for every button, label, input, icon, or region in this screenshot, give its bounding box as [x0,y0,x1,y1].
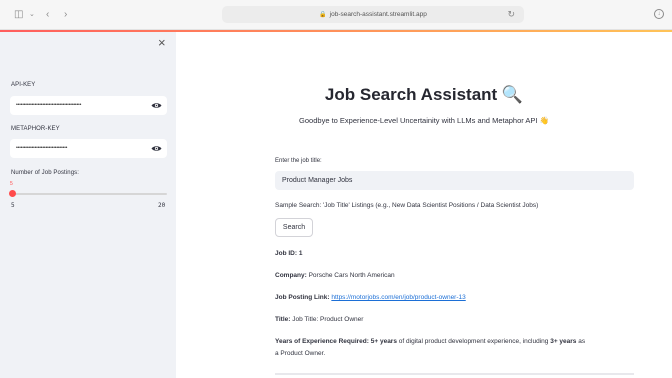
job-id-value: 1 [298,250,303,257]
close-sidebar-icon[interactable]: × [158,36,166,50]
reload-icon[interactable]: ↻ [507,9,515,20]
lock-icon: 🔒 [319,12,327,18]
sidebar-toggle-icon[interactable]: ◫ [14,9,23,21]
slider-max: 20 [158,202,166,209]
job-id-line: Job ID: 1 [275,250,302,257]
slider-current-value: 5 [10,181,13,187]
chevron-down-icon[interactable]: ⌄ [29,9,35,21]
job-posting-link[interactable]: https://motorjobs.com/en/job/product-own… [331,294,465,301]
forward-icon[interactable]: › [64,9,67,21]
metaphor-key-label: METAPHOR-KEY [11,126,60,132]
page-subtitle: Goodbye to Experience-Level Uncertainity… [299,116,549,125]
slider-thumb[interactable] [9,190,16,197]
slider-min: 5 [11,202,15,209]
main-content: Job Search Assistant 🔍 Goodbye to Experi… [176,32,672,378]
experience-line: Years of Experience Required: 5+ years o… [275,338,585,345]
download-icon[interactable]: ↓ [654,9,664,19]
title-value: Job Title: Product Owner [292,316,364,323]
experience-label: Years of Experience Required: [275,338,369,345]
api-key-value: ••••••••••••••••••••••••••••••••••••••••… [16,102,82,108]
job-title-input-label: Enter the job title: [275,158,322,164]
api-key-label: API-KEY [11,82,36,88]
url-text: job-search-assistant.streamlit.app [329,11,427,18]
back-icon[interactable]: ‹ [46,9,49,21]
job-link-label: Job Posting Link: [275,294,330,301]
job-postings-slider-label: Number of Job Postings: [11,170,79,176]
experience-line-2: a Product Owner. [275,350,326,357]
company-value: Porsche Cars North American [308,272,395,279]
company-line: Company: Porsche Cars North American [275,272,395,279]
experience-text-1: of digital product development experienc… [398,338,549,345]
page-title: Job Search Assistant 🔍 [324,85,524,104]
company-label: Company: [275,272,307,279]
eye-icon[interactable] [151,145,162,152]
address-bar[interactable]: 🔒 job-search-assistant.streamlit.app ↻ [222,6,524,23]
experience-years: 5+ years [370,338,397,345]
sample-search-hint: Sample Search: 'Job Title' Listings (e.g… [275,202,539,209]
eye-icon[interactable] [151,102,162,109]
browser-toolbar: ◫ ⌄ ‹ › 🔒 job-search-assistant.streamlit… [0,0,672,30]
api-key-input[interactable]: ••••••••••••••••••••••••••••••••••••••••… [10,96,167,115]
experience-text-2: as [578,338,586,345]
metaphor-key-input[interactable]: ••••••••••••••••••••••••••••••••• [10,139,167,158]
experience-years-2: 3+ years [550,338,577,345]
sidebar: × API-KEY ••••••••••••••••••••••••••••••… [0,32,176,378]
title-line: Title: Job Title: Product Owner [275,316,363,323]
job-link-line: Job Posting Link: https://motorjobs.com/… [275,294,466,301]
metaphor-key-value: ••••••••••••••••••••••••••••••••• [16,145,68,151]
divider [275,373,634,375]
job-id-label: Job ID: [275,250,298,257]
search-button[interactable]: Search [275,218,313,237]
slider-track[interactable] [12,193,167,195]
job-title-input[interactable]: Product Manager Jobs [275,171,634,190]
title-label: Title: [275,316,291,323]
